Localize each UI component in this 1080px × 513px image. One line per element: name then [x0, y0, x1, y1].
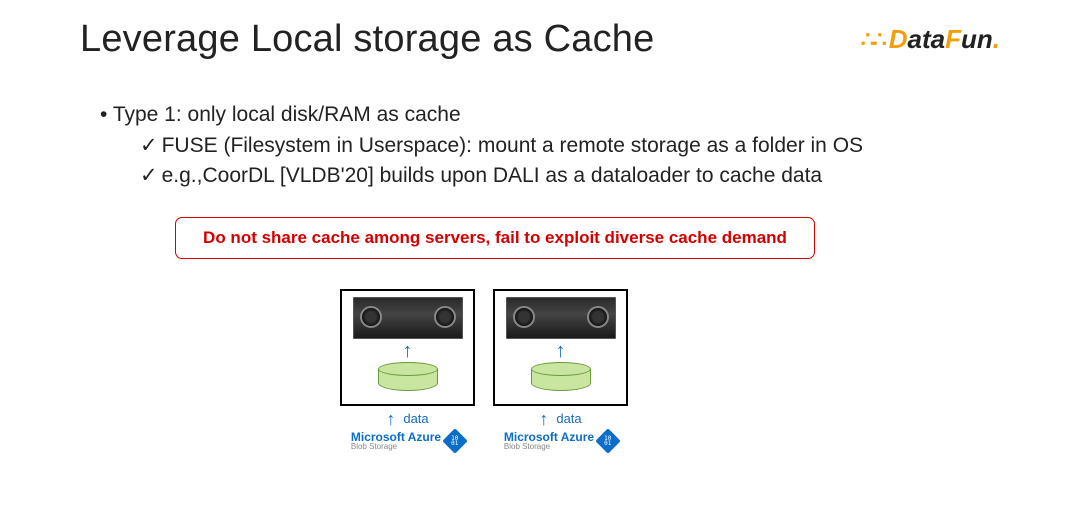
local-cache-cylinder-icon: [531, 362, 591, 396]
arrow-up-icon: ↑: [403, 341, 413, 361]
data-label: data: [556, 411, 581, 426]
logo-text: DataFun.: [889, 24, 1000, 55]
server-box: ↑: [493, 289, 628, 406]
local-cache-cylinder-icon: [378, 362, 438, 396]
sub-bullet-coordl: e.g.,CoorDL [VLDB'20] builds upon DALI a…: [140, 161, 1000, 191]
server-stack-1: ↑ ↑ data Microsoft Azure Blob Storage 10…: [340, 289, 475, 451]
bullet-type1: Type 1: only local disk/RAM as cache: [100, 103, 1000, 127]
sub-bullet-list: FUSE (Filesystem in Userspace): mount a …: [100, 131, 1000, 192]
azure-sub: Blob Storage: [504, 443, 594, 451]
arrow-up-icon: ↑: [386, 410, 395, 428]
data-flow-row: ↑ data: [386, 410, 428, 428]
logo-dots-icon: ∴∴: [861, 27, 885, 53]
gpu-card-icon: [353, 297, 463, 339]
content-area: Type 1: only local disk/RAM as cache FUS…: [80, 103, 1000, 451]
azure-blob-icon: 10 01: [595, 428, 620, 453]
gpu-card-icon: [506, 297, 616, 339]
slide-header: Leverage Local storage as Cache ∴∴ DataF…: [80, 18, 1000, 61]
callout-text: Do not share cache among servers, fail t…: [203, 228, 787, 247]
architecture-diagram: ↑ ↑ data Microsoft Azure Blob Storage 10…: [340, 289, 1000, 451]
arrow-up-icon: ↑: [556, 341, 566, 361]
sub-bullet-fuse: FUSE (Filesystem in Userspace): mount a …: [140, 131, 1000, 161]
azure-sub: Blob Storage: [351, 443, 441, 451]
slide: Leverage Local storage as Cache ∴∴ DataF…: [0, 0, 1080, 451]
slide-title: Leverage Local storage as Cache: [80, 18, 654, 61]
azure-blob-source: Microsoft Azure Blob Storage 10 01: [504, 431, 617, 451]
arrow-up-icon: ↑: [539, 410, 548, 428]
data-flow-row: ↑ data: [539, 410, 581, 428]
data-label: data: [403, 411, 428, 426]
datafun-logo: ∴∴ DataFun.: [861, 24, 1000, 55]
callout-box: Do not share cache among servers, fail t…: [175, 217, 815, 259]
server-box: ↑: [340, 289, 475, 406]
azure-blob-icon: 10 01: [442, 428, 467, 453]
azure-blob-source: Microsoft Azure Blob Storage 10 01: [351, 431, 464, 451]
server-stack-2: ↑ ↑ data Microsoft Azure Blob Storage 10…: [493, 289, 628, 451]
